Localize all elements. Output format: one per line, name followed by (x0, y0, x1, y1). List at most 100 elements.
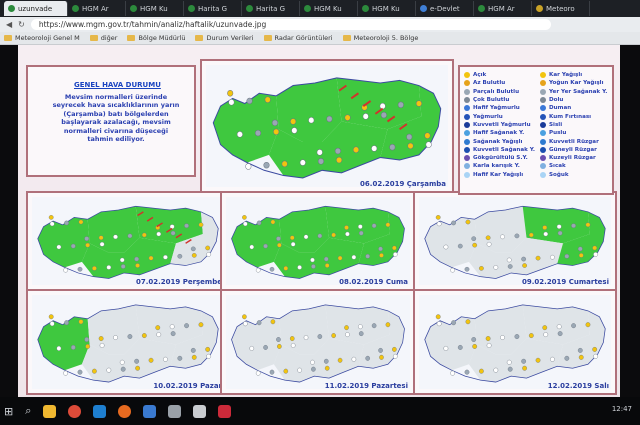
legend-item: Yağmurlu (464, 112, 535, 120)
map-region (424, 217, 477, 268)
chrome-icon[interactable] (68, 404, 82, 418)
weather-symbol-icon (457, 243, 463, 249)
legend-symbol-icon (464, 72, 470, 79)
weather-symbol-icon (255, 267, 261, 273)
map-graphic (424, 304, 606, 383)
weather-symbol-icon (392, 252, 398, 257)
browser-tab[interactable]: uzunvade (4, 1, 68, 16)
browser-tab[interactable]: e-Devlet (416, 1, 474, 16)
back-icon[interactable]: ◀ (6, 20, 12, 29)
weather-symbol-icon (585, 222, 591, 228)
weather-symbol-icon (255, 129, 262, 137)
weather-symbol-icon (500, 335, 505, 341)
weather-symbol-icon (70, 344, 76, 350)
weather-symbol-icon (148, 255, 154, 261)
forecast-map-panel: 07.02.2019 Perşembe (26, 191, 230, 291)
weather-symbol-icon (255, 370, 261, 376)
weather-symbol-icon (380, 111, 387, 119)
weather-symbol-icon (578, 253, 584, 258)
browser-tab[interactable]: HGM Ku (126, 1, 184, 16)
bookmark-item[interactable]: Bölge Müdürlü (127, 34, 185, 42)
folder-icon (342, 35, 351, 41)
legend-label: Kuvvetli Yağmurlu (473, 121, 531, 128)
weather-symbol-icon (542, 225, 548, 230)
panel-date: 12.02.2019 Salı (547, 382, 609, 390)
weather-symbol-icon (392, 353, 398, 359)
weather-symbol-icon (269, 369, 275, 375)
legend-label: Kuzeyli Rüzgar (549, 155, 596, 162)
legend-label: Sisli (549, 121, 563, 128)
weather-symbol-icon (336, 156, 343, 164)
weather-symbol-icon (156, 332, 162, 338)
bookmark-item[interactable]: Meteoroloji Genel M (4, 34, 80, 42)
url-field[interactable]: https://www.mgm.gov.tr/tahmin/analiz/haf… (30, 19, 551, 30)
search-icon[interactable]: ⌕ (25, 404, 31, 418)
legend-symbol-icon (540, 113, 546, 120)
bookmark-item[interactable]: Meteoroloji 5. Bölge (342, 34, 418, 42)
browser-tab[interactable]: HGM Ar (68, 1, 126, 16)
refresh-icon[interactable]: ↻ (18, 20, 25, 29)
bookmark-item[interactable]: Durum Verileri (195, 34, 254, 42)
tab-favicon (536, 5, 543, 12)
weather-symbol-icon (184, 223, 189, 229)
weather-symbol-icon (378, 347, 383, 353)
map-region (213, 93, 279, 163)
weather-symbol-icon (92, 368, 97, 374)
weather-symbol-icon (184, 323, 189, 329)
folder-icon (195, 35, 204, 41)
calculator-icon[interactable] (193, 404, 207, 418)
turkey-map (226, 295, 410, 389)
weather-symbol-icon (77, 369, 83, 375)
browser-tab[interactable]: Meteoro (532, 1, 590, 16)
browser-tab[interactable]: Harita G (242, 1, 300, 16)
legend-item: Kuvvetli Rüzgar (540, 137, 607, 145)
tab-label: uzunvade (18, 4, 53, 13)
weather-symbol-icon (436, 321, 442, 327)
browser-tab[interactable]: HGM Ku (300, 1, 358, 16)
legend-item: Az Bulutlu (464, 79, 535, 87)
legend-item: Kum Fırtınası (540, 112, 607, 120)
weather-symbol-icon (263, 243, 268, 249)
bookmark-item[interactable]: diğer (89, 34, 117, 42)
bookmark-item[interactable]: Radar Görüntüleri (263, 34, 333, 42)
forecast-heading: GENEL HAVA DURUMU (74, 81, 161, 89)
start-icon[interactable]: ⊞ (4, 405, 13, 418)
firefox-icon[interactable] (118, 404, 132, 418)
map-graphic (231, 205, 405, 279)
weather-symbol-icon (120, 366, 126, 372)
weather-symbol-icon (245, 163, 252, 170)
weather-symbol-icon (465, 319, 471, 325)
weather-symbol-icon (543, 231, 549, 237)
app-icon[interactable] (143, 404, 157, 418)
legend-label: Yağmurlu (473, 113, 503, 120)
weather-symbol-icon (407, 142, 414, 150)
edge-icon[interactable] (93, 404, 107, 418)
weather-symbol-icon (345, 332, 350, 338)
weather-symbol-icon (297, 367, 302, 373)
app-icon-3[interactable] (218, 404, 232, 418)
tab-favicon (188, 5, 195, 12)
legend-symbol-icon (540, 80, 546, 87)
weather-symbol-icon (353, 146, 360, 153)
weather-legend: Açık Az Bulutlu Parçalı Bulutlu Çok Bulutlu… (458, 65, 614, 195)
weather-symbol-icon (385, 222, 391, 228)
legend-label: Çok Bulutlu (473, 97, 510, 104)
panel-date: 09.02.2019 Cumartesi (522, 278, 609, 286)
file-explorer-icon[interactable] (43, 404, 57, 418)
weather-symbol-icon (485, 336, 491, 342)
weather-symbol-icon (277, 343, 282, 349)
map-region (37, 316, 90, 371)
browser-tab[interactable]: HGM Ar (474, 1, 532, 16)
weather-symbol-icon (63, 267, 69, 273)
app-icon-2[interactable] (168, 404, 182, 418)
tab-label: Harita G (256, 4, 286, 13)
legend-label: Açık (473, 72, 487, 79)
panel-date: 10.02.2019 Pazar (153, 382, 222, 390)
legend-item: Duman (540, 104, 607, 112)
weather-symbol-icon (337, 255, 343, 261)
weather-symbol-icon (323, 358, 329, 364)
tab-favicon (420, 5, 427, 12)
browser-tab[interactable]: Harita G (184, 1, 242, 16)
browser-tab[interactable]: HGM Ku (358, 1, 416, 16)
tab-label: HGM Ar (488, 4, 515, 13)
